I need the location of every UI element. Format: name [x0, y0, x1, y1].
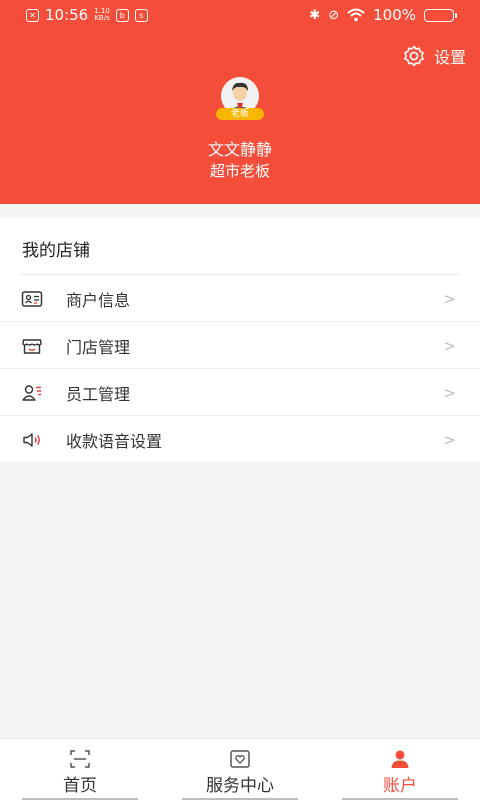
staff-icon	[22, 384, 41, 401]
tab-label: 首页	[63, 776, 97, 796]
tab-account[interactable]: 账户	[320, 739, 480, 800]
mute-icon: ⊘	[328, 7, 340, 23]
bottom-tab-bar: 首页 服务中心 账户	[0, 738, 480, 800]
section-title: 我的店铺	[22, 241, 90, 261]
menu-item-payment-voice-settings[interactable]: 收款语音设置 >	[0, 416, 480, 463]
scan-icon	[70, 750, 90, 768]
menu-item-store-management[interactable]: 门店管理 >	[0, 322, 480, 369]
status-bar: ✕ 10:56 1.10 KB/s b s ✱ ⊘ 100%	[0, 0, 480, 30]
service-icon	[230, 750, 250, 768]
chevron-right-icon: >	[443, 430, 456, 449]
tab-label: 账户	[383, 776, 417, 796]
menu-item-label: 商户信息	[66, 290, 131, 310]
app-notification-icon: b	[115, 8, 129, 22]
tab-label: 服务中心	[206, 776, 274, 796]
tab-service-center[interactable]: 服务中心	[160, 739, 320, 800]
storefront-icon	[22, 338, 42, 354]
menu-item-label: 员工管理	[66, 384, 131, 404]
avatar[interactable]: 老板	[212, 76, 268, 122]
chevron-right-icon: >	[443, 289, 456, 308]
account-icon	[391, 750, 409, 768]
menu-item-label: 收款语音设置	[66, 431, 163, 451]
notification-close-icon: ✕	[26, 8, 39, 22]
user-role: 超市老板	[209, 162, 270, 180]
user-name: 文文静静	[207, 140, 272, 159]
menu-item-staff-management[interactable]: 员工管理 >	[0, 369, 480, 416]
menu-item-merchant-info[interactable]: 商户信息 >	[0, 275, 480, 322]
wifi-icon	[347, 8, 365, 22]
chevron-right-icon: >	[443, 383, 456, 402]
menu-item-label: 门店管理	[66, 337, 131, 357]
my-store-card: 我的店铺 商户信息 > 门店管理 > 员工管理 > 收款语音设置 >	[0, 218, 480, 461]
bluetooth-icon: ✱	[309, 7, 321, 23]
settings-button[interactable]: 设置	[402, 44, 466, 68]
profile-header: ✕ 10:56 1.10 KB/s b s ✱ ⊘ 100% 设置 老板 文文静…	[0, 0, 480, 204]
avatar-badge: 老板	[216, 108, 264, 120]
merchant-card-icon	[21, 290, 43, 307]
network-speed: 1.10 KB/s	[94, 7, 110, 22]
sim-notification-icon: s	[134, 8, 148, 22]
gear-icon	[404, 45, 424, 67]
tab-home[interactable]: 首页	[0, 739, 160, 800]
status-time: 10:56	[45, 6, 89, 24]
battery-percent: 100%	[373, 6, 416, 24]
speaker-icon	[23, 432, 40, 447]
settings-label: 设置	[433, 48, 466, 67]
chevron-right-icon: >	[443, 336, 456, 355]
battery-icon	[424, 8, 457, 22]
